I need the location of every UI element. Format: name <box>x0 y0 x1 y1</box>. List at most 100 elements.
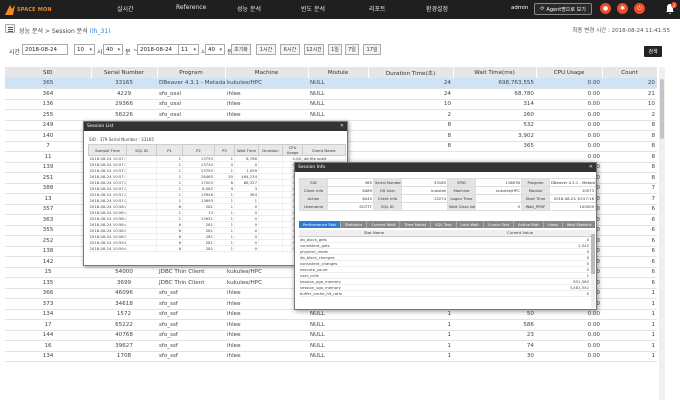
column-header[interactable]: P2 <box>182 144 215 156</box>
column-header[interactable]: SID <box>5 67 92 78</box>
column-header[interactable]: Program <box>157 67 226 78</box>
range-17d-button[interactable]: 17일 <box>363 44 381 55</box>
nav-performance-analysis[interactable]: 성능 분석 <box>237 4 261 13</box>
column-header[interactable]: SQL ID <box>126 144 157 156</box>
range-1d-button[interactable]: 1일 <box>328 44 342 55</box>
column-header[interactable]: Machine <box>225 67 309 78</box>
search-button[interactable]: 검색 <box>644 46 662 57</box>
table-cell: 74 <box>453 340 536 352</box>
power-icon[interactable]: ⏻ <box>634 3 645 14</box>
detail-tab[interactable]: Statistics <box>341 221 368 228</box>
nav-reference[interactable]: Reference <box>176 4 206 11</box>
detail-value: SCOTT <box>327 202 374 211</box>
detail-tab[interactable]: Undo <box>544 221 563 228</box>
table-cell: 0.00 <box>536 88 602 100</box>
end-minute-select[interactable]: 40 ▾ <box>205 44 225 55</box>
column-header[interactable]: Sample Time <box>88 144 127 156</box>
scrollbar-thumb[interactable] <box>660 79 664 139</box>
reset-button[interactable]: 초기화 <box>231 44 251 55</box>
start-minute-select[interactable]: 40 ▾ <box>103 44 123 55</box>
scrollbar-thumb[interactable] <box>591 234 595 274</box>
column-header[interactable]: Wait Time <box>234 144 259 156</box>
detail-tab[interactable]: SQL Text <box>431 221 457 228</box>
table-cell: 314 <box>453 99 536 110</box>
column-header[interactable]: P3 <box>214 144 235 156</box>
column-header[interactable]: Module <box>308 67 369 78</box>
table-cell: 1 <box>368 340 453 352</box>
column-header[interactable]: Wait Time(ms) <box>453 67 537 78</box>
table-cell: 698,763,555 <box>453 78 536 89</box>
table-cell: sfo_ossl <box>157 88 225 100</box>
column-header[interactable]: Serial Number <box>91 67 158 78</box>
table-cell: 6 <box>602 204 657 215</box>
user-icon[interactable]: ● <box>600 3 611 14</box>
table-cell: 7 <box>5 141 91 152</box>
sidebar-toggle-button[interactable] <box>5 24 15 33</box>
range-12h-button[interactable]: 12시간 <box>304 44 324 55</box>
table-row[interactable]: 16 39627 sfo_ssf ihlee NULL 1 74 0.00 1 <box>5 340 657 352</box>
detail-key: Serial Number <box>373 178 402 187</box>
close-icon[interactable]: ✕ <box>340 123 344 129</box>
table-row[interactable]: 364 4229 sfo_ossl ihlee NULL 24 68,780 0.00 21 <box>5 88 657 100</box>
table-row[interactable]: 134 1572 sfo_ssf ihlee NULL 1 50 0.00 1 <box>5 309 657 320</box>
table-row[interactable]: 136 29366 sfo_ossl ihlee NULL 10 314 0.00 10 <box>5 99 657 110</box>
detail-value: 10073 <box>549 186 596 195</box>
column-header[interactable]: P1 <box>156 144 183 156</box>
detail-key: SID <box>299 178 328 187</box>
table-cell: 23 <box>453 330 536 341</box>
detail-tab[interactable]: Wait Statistic <box>563 221 596 228</box>
detail-tab[interactable]: Lock Wait <box>457 221 484 228</box>
table-cell: 8 <box>368 120 453 131</box>
table-row[interactable]: 134 1708 sfo_ssf ihlee NULL 1 30 0.00 1 <box>5 351 657 362</box>
breadcrumb-parent[interactable]: 성능 분석 <box>19 28 43 35</box>
detail-tab[interactable]: Time Model <box>400 221 432 228</box>
close-icon[interactable]: ✕ <box>589 164 593 170</box>
end-hour-select[interactable]: 11 ▾ <box>178 44 199 55</box>
table-row[interactable]: 365 33165 DBeaver 4.3.1 - Metadata kukulee/… <box>5 78 657 89</box>
table-cell: 373 <box>5 298 91 310</box>
stat-list-scrollbar[interactable] <box>591 230 595 308</box>
user-name[interactable]: admin <box>511 5 528 11</box>
range-6h-button[interactable]: 6시간 <box>280 44 300 55</box>
notification-bell-icon[interactable]: 2 <box>664 2 677 15</box>
detail-tab[interactable]: Cursor Stat <box>484 221 515 228</box>
column-header[interactable]: CPU Usage <box>536 67 603 78</box>
column-header[interactable]: Event Name <box>302 144 346 156</box>
nav-realtime[interactable]: 실시간 <box>117 4 134 13</box>
end-hour-value: 11 <box>181 46 188 53</box>
app-logo[interactable]: SPACE MON <box>4 3 52 16</box>
table-cell: 586 <box>453 319 536 331</box>
table-row[interactable]: 17 65222 sfo_ssf ihlee NULL 1 586 0.00 1 <box>5 319 657 331</box>
column-header[interactable]: Duration Time(초) <box>368 67 454 78</box>
table-cell: 2018-08-24 10:57:20 <box>88 179 127 186</box>
range-1h-button[interactable]: 1시간 <box>256 44 276 55</box>
detail-key: Wait_PERF <box>521 202 550 211</box>
detail-tab[interactable]: Performance Stat <box>299 221 341 228</box>
start-hour-select[interactable]: 10 ▾ <box>74 44 95 55</box>
end-date-input[interactable]: 2018-08-24 <box>137 44 183 55</box>
column-header[interactable]: CPU Usage <box>282 144 303 156</box>
table-row[interactable]: 255 56226 sfo_ossl ihlee NULL 2 260 0.00 2 <box>5 109 657 121</box>
agent-view-button[interactable]: ⟳ Agent명으로 보기 <box>534 3 592 15</box>
table-row[interactable]: 144 40768 sfo_ssf ihlee NULL 1 23 0.00 1 <box>5 330 657 341</box>
detail-key: Module <box>521 186 550 195</box>
column-header[interactable]: Duration <box>258 144 283 156</box>
range-7d-button[interactable]: 7일 <box>345 44 359 55</box>
settings-icon[interactable]: ✱ <box>617 3 628 14</box>
start-date-input[interactable]: 2018-08-24 <box>22 44 68 55</box>
table-cell: 2 <box>602 109 657 121</box>
detail-tab[interactable]: Current Wait <box>367 221 401 228</box>
column-header[interactable]: Count <box>602 67 658 78</box>
nav-settings[interactable]: 환경설정 <box>426 4 448 13</box>
detail-key: Action <box>299 194 328 203</box>
table-cell: 6 <box>602 225 657 236</box>
table-cell: 15 <box>5 267 91 278</box>
table-cell: 2018-08-24 10:59:05 <box>88 245 127 252</box>
nav-report[interactable]: 리포트 <box>369 4 386 13</box>
detail-tab[interactable]: Active Stat <box>514 221 544 228</box>
nav-frequency-analysis[interactable]: 빈도 분석 <box>301 4 325 13</box>
table-cell: 17 <box>5 319 91 331</box>
table-cell: 4229 <box>91 88 157 100</box>
list-item[interactable]: buffer_cache_hit_ratio 0 <box>299 290 591 297</box>
table-scrollbar[interactable] <box>659 67 665 400</box>
